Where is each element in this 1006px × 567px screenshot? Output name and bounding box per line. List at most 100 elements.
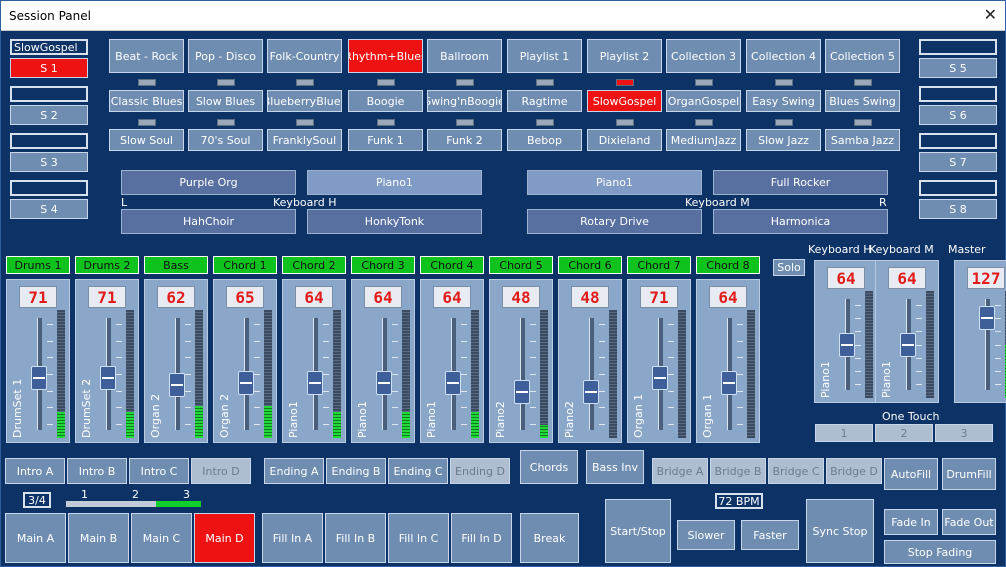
channel-button-chord-5[interactable]: Chord 5	[489, 256, 553, 274]
style-button-folk-country[interactable]: Folk-Country	[267, 39, 342, 73]
fill-in-button-fill-in-c[interactable]: Fill In C	[388, 513, 449, 563]
channel-button-chord-2[interactable]: Chord 2	[282, 256, 346, 274]
one-touch-button-1[interactable]: 1	[815, 424, 873, 442]
fill-in-button-fill-in-b[interactable]: Fill In B	[325, 513, 386, 563]
channel-button-chord-6[interactable]: Chord 6	[558, 256, 622, 274]
fader-knob[interactable]	[169, 372, 185, 397]
fader-knob[interactable]	[839, 332, 855, 357]
style-button-mediumjazz[interactable]: MediumJazz	[666, 129, 741, 151]
intro-button-intro-b[interactable]: Intro B	[67, 458, 127, 484]
intro-button-intro-c[interactable]: Intro C	[129, 458, 189, 484]
fader-knob[interactable]	[31, 366, 47, 391]
ending-button-ending-c[interactable]: Ending C	[388, 458, 448, 484]
slot-button-5[interactable]: S 5	[919, 58, 997, 78]
style-button-rhythm-blues[interactable]: Rhythm+Blues	[348, 39, 423, 73]
style-button-dixieland[interactable]: Dixieland	[587, 129, 662, 151]
style-button-slow-soul[interactable]: Slow Soul	[109, 129, 184, 151]
style-button-funk-1[interactable]: Funk 1	[348, 129, 423, 151]
style-button-blues-swing[interactable]: Blues Swing	[825, 90, 900, 112]
keyboard-m-sound-3[interactable]: Rotary Drive	[527, 209, 702, 234]
intro-button-intro-d[interactable]: Intro D	[191, 458, 251, 484]
slot-button-2[interactable]: S 2	[10, 105, 88, 125]
keyboard-m-sound-2[interactable]: Full Rocker	[713, 170, 888, 195]
break-button[interactable]: Break	[520, 513, 579, 563]
style-button-swing-nboogie[interactable]: Swing'nBoogie	[427, 90, 502, 112]
style-button-slowgospel[interactable]: SlowGospel	[587, 90, 662, 112]
main-button-main-b[interactable]: Main B	[68, 513, 129, 563]
chords-button[interactable]: Chords	[520, 450, 578, 484]
style-button-collection-4[interactable]: Collection 4	[746, 39, 821, 73]
style-button-funk-2[interactable]: Funk 2	[427, 129, 502, 151]
fader-knob[interactable]	[721, 370, 737, 395]
style-button-slow-blues[interactable]: Slow Blues	[188, 90, 263, 112]
style-button-ballroom[interactable]: Ballroom	[427, 39, 502, 73]
channel-button-drums-2[interactable]: Drums 2	[75, 256, 139, 274]
style-button-organgospel[interactable]: OrganGospel	[666, 90, 741, 112]
style-button-ragtime[interactable]: Ragtime	[507, 90, 582, 112]
channel-button-chord-8[interactable]: Chord 8	[696, 256, 760, 274]
fill-in-button-fill-in-d[interactable]: Fill In D	[451, 513, 512, 563]
fader-knob[interactable]	[979, 305, 995, 330]
channel-button-chord-7[interactable]: Chord 7	[627, 256, 691, 274]
fader-knob[interactable]	[376, 370, 392, 395]
style-button-collection-3[interactable]: Collection 3	[666, 39, 741, 73]
fader-knob[interactable]	[100, 366, 116, 391]
main-button-main-c[interactable]: Main C	[131, 513, 192, 563]
slot-button-7[interactable]: S 7	[919, 152, 997, 172]
keyboard-h-sound-3[interactable]: HahChoir	[121, 209, 296, 234]
style-button-blueberryblues[interactable]: BlueberryBlues	[267, 90, 342, 112]
ending-button-ending-b[interactable]: Ending B	[326, 458, 386, 484]
fader-knob[interactable]	[900, 332, 916, 357]
style-button-franklysoul[interactable]: FranklySoul	[267, 129, 342, 151]
style-button-playlist-2[interactable]: Playlist 2	[587, 39, 662, 73]
style-button-samba-jazz[interactable]: Samba Jazz	[825, 129, 900, 151]
style-button-bebop[interactable]: Bebop	[507, 129, 582, 151]
slower-button[interactable]: Slower	[677, 520, 735, 550]
fade-in-button[interactable]: Fade In	[884, 509, 938, 535]
keyboard-m-sound-4[interactable]: Harmonica	[713, 209, 888, 234]
bridge-button-bridge-c[interactable]: Bridge C	[768, 458, 824, 484]
fade-out-button[interactable]: Fade Out	[942, 509, 996, 535]
fader-knob[interactable]	[652, 366, 668, 391]
sync-stop-button[interactable]: Sync Stop	[806, 499, 874, 563]
slot-button-8[interactable]: S 8	[919, 199, 997, 219]
bridge-button-bridge-d[interactable]: Bridge D	[826, 458, 882, 484]
one-touch-button-2[interactable]: 2	[875, 424, 933, 442]
bridge-button-bridge-b[interactable]: Bridge B	[710, 458, 766, 484]
channel-button-bass[interactable]: Bass	[144, 256, 208, 274]
fader-knob[interactable]	[583, 379, 599, 404]
slot-button-1[interactable]: S 1	[10, 58, 88, 78]
channel-button-chord-1[interactable]: Chord 1	[213, 256, 277, 274]
solo-button[interactable]: Solo	[773, 259, 805, 276]
fill-in-button-fill-in-a[interactable]: Fill In A	[262, 513, 323, 563]
fader-knob[interactable]	[307, 370, 323, 395]
channel-button-drums-1[interactable]: Drums 1	[6, 256, 70, 274]
faster-button[interactable]: Faster	[741, 520, 799, 550]
close-icon[interactable]: ✕	[984, 5, 997, 24]
slot-button-4[interactable]: S 4	[10, 199, 88, 219]
style-button-easy-swing[interactable]: Easy Swing	[746, 90, 821, 112]
slot-button-3[interactable]: S 3	[10, 152, 88, 172]
one-touch-button-3[interactable]: 3	[935, 424, 993, 442]
style-button-beat-rock[interactable]: Beat - Rock	[109, 39, 184, 73]
style-button-70-s-soul[interactable]: 70's Soul	[188, 129, 263, 151]
keyboard-h-sound-2[interactable]: Piano1	[307, 170, 482, 195]
bridge-button-bridge-a[interactable]: Bridge A	[652, 458, 708, 484]
fader-knob[interactable]	[445, 370, 461, 395]
style-button-boogie[interactable]: Boogie	[348, 90, 423, 112]
channel-button-chord-4[interactable]: Chord 4	[420, 256, 484, 274]
style-button-collection-5[interactable]: Collection 5	[825, 39, 900, 73]
autofill-button[interactable]: AutoFill	[884, 458, 938, 490]
keyboard-h-sound-1[interactable]: Purple Org	[121, 170, 296, 195]
fader-knob[interactable]	[514, 379, 530, 404]
intro-button-intro-a[interactable]: Intro A	[5, 458, 65, 484]
start-stop-button[interactable]: Start/Stop	[605, 499, 671, 563]
keyboard-m-sound-1[interactable]: Piano1	[527, 170, 702, 195]
style-button-playlist-1[interactable]: Playlist 1	[507, 39, 582, 73]
channel-button-chord-3[interactable]: Chord 3	[351, 256, 415, 274]
keyboard-h-sound-4[interactable]: HonkyTonk	[307, 209, 482, 234]
main-button-main-a[interactable]: Main A	[5, 513, 66, 563]
style-button-slow-jazz[interactable]: Slow Jazz	[746, 129, 821, 151]
fader-knob[interactable]	[238, 370, 254, 395]
style-button-pop-disco[interactable]: Pop - Disco	[188, 39, 263, 73]
